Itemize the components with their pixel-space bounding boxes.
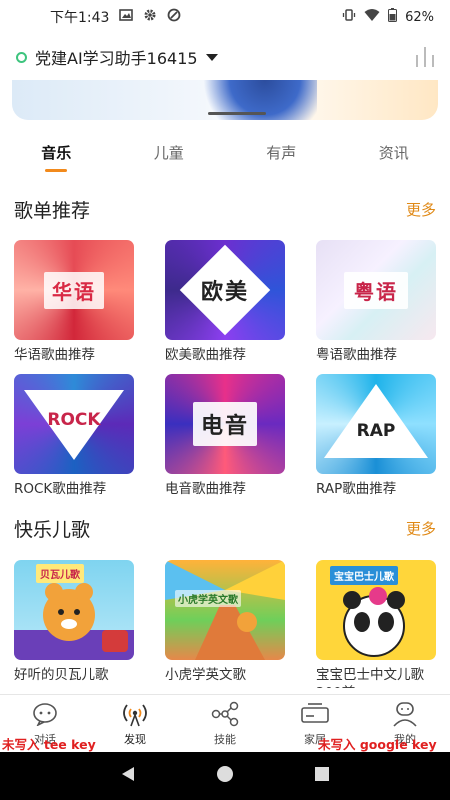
cover-text: RAP (356, 421, 396, 441)
nav-discover[interactable]: 发现 (90, 695, 180, 752)
battery-percent: 62% (405, 9, 434, 25)
playlist-label: 电音歌曲推荐 (165, 481, 246, 497)
home-device-icon (300, 701, 330, 727)
album-cover: 小虎学英文歌 (165, 560, 285, 660)
battery-icon (388, 8, 398, 26)
home-icon[interactable] (216, 765, 234, 787)
cover-text: 小虎学英文歌 (175, 590, 241, 607)
chevron-down-icon[interactable] (205, 53, 218, 61)
vibrate-icon (342, 8, 356, 26)
tab-music[interactable]: 音乐 (0, 132, 113, 176)
tab-kids[interactable]: 儿童 (113, 132, 226, 176)
cover-text: 贝瓦儿歌 (36, 564, 84, 583)
audio-bars-icon[interactable] (416, 47, 434, 67)
playlist-label: 粤语歌曲推荐 (316, 347, 397, 363)
playlist-cover: 电音 (165, 374, 285, 474)
banner-carousel[interactable] (12, 80, 438, 120)
playlists-section-header: 歌单推荐 更多 (14, 196, 436, 223)
kids-album-card[interactable]: 贝瓦儿歌 好听的贝瓦儿歌 (14, 560, 134, 688)
cover-text: 欧美 (200, 280, 249, 305)
playlist-label: 欧美歌曲推荐 (165, 347, 246, 363)
nav-label: 技能 (214, 733, 236, 746)
playlist-cover: 粤语 (316, 240, 436, 340)
album-cover: 贝瓦儿歌 (14, 560, 134, 660)
playlist-cover: RAP (316, 374, 436, 474)
playlist-cover: ROCK (14, 374, 134, 474)
album-label: 宝宝巴士中文儿歌200首 (316, 667, 424, 688)
connection-status-icon (16, 51, 27, 63)
recents-icon[interactable] (313, 765, 331, 787)
album-label: 小虎学英文歌 (165, 667, 246, 683)
kids-grid: 贝瓦儿歌 好听的贝瓦儿歌 小虎学英文歌 小虎学英文歌 宝宝巴士儿歌 宝宝巴士中文… (14, 560, 436, 688)
data-saver-icon (167, 8, 181, 26)
cover-text: 华语 (44, 271, 104, 309)
nav-label: 发现 (124, 733, 146, 746)
tab-news[interactable]: 资讯 (338, 132, 450, 176)
settings-gear-icon (143, 8, 157, 26)
device-name[interactable]: 党建AI学习助手16415 (35, 45, 198, 69)
playlist-card[interactable]: ROCK ROCK歌曲推荐 (14, 374, 134, 498)
playlist-cover: 欧美 (165, 240, 285, 340)
playlist-label: RAP歌曲推荐 (316, 481, 397, 497)
discover-icon (120, 701, 150, 727)
album-cover: 宝宝巴士儿歌 (316, 560, 436, 660)
kids-section-header: 快乐儿歌 更多 (14, 515, 436, 542)
app-header: 党建AI学习助手16415 (0, 34, 450, 80)
playlist-card[interactable]: 华语 华语歌曲推荐 (14, 240, 134, 364)
status-time: 下午1:43 (50, 10, 110, 26)
more-link[interactable]: 更多 (406, 518, 436, 539)
playlist-label: ROCK歌曲推荐 (14, 481, 107, 497)
nav-skills[interactable]: 技能 (180, 695, 270, 752)
image-notification-icon (119, 8, 134, 26)
playlist-cover: 华语 (14, 240, 134, 340)
profile-icon (390, 701, 420, 727)
skills-icon (210, 701, 240, 727)
kids-album-card[interactable]: 宝宝巴士儿歌 宝宝巴士中文儿歌200首 (316, 560, 436, 688)
playlist-card[interactable]: 欧美 欧美歌曲推荐 (165, 240, 285, 364)
playlist-card[interactable]: RAP RAP歌曲推荐 (316, 374, 436, 498)
system-nav-bar (0, 752, 450, 800)
kids-album-card[interactable]: 小虎学英文歌 小虎学英文歌 (165, 560, 285, 688)
back-icon[interactable] (119, 765, 137, 787)
wifi-icon (364, 8, 380, 26)
album-label: 好听的贝瓦儿歌 (14, 667, 109, 683)
cover-text: ROCK (47, 410, 101, 430)
cover-text: 宝宝巴士儿歌 (330, 566, 398, 585)
warning-right: 未写入 google key (318, 737, 437, 752)
status-bar: 下午1:43 62% (0, 0, 450, 34)
chat-icon (30, 701, 60, 727)
category-tabs: 音乐 儿童 有声 资讯 (0, 132, 450, 176)
section-title: 歌单推荐 (14, 200, 91, 222)
cover-text: 电音 (192, 402, 257, 446)
more-link[interactable]: 更多 (406, 199, 436, 220)
tab-audio[interactable]: 有声 (225, 132, 338, 176)
playlist-card[interactable]: 电音 电音歌曲推荐 (165, 374, 285, 498)
carousel-indicator (208, 112, 266, 115)
warning-left: 未写入 tee key (2, 737, 96, 752)
section-title: 快乐儿歌 (14, 519, 91, 541)
playlist-grid: 华语 华语歌曲推荐 欧美 欧美歌曲推荐 粤语 粤语歌曲推荐 ROCK ROCK歌… (14, 240, 436, 498)
playlist-card[interactable]: 粤语 粤语歌曲推荐 (316, 240, 436, 364)
playlist-label: 华语歌曲推荐 (14, 347, 95, 363)
cover-text: 粤语 (344, 271, 408, 309)
